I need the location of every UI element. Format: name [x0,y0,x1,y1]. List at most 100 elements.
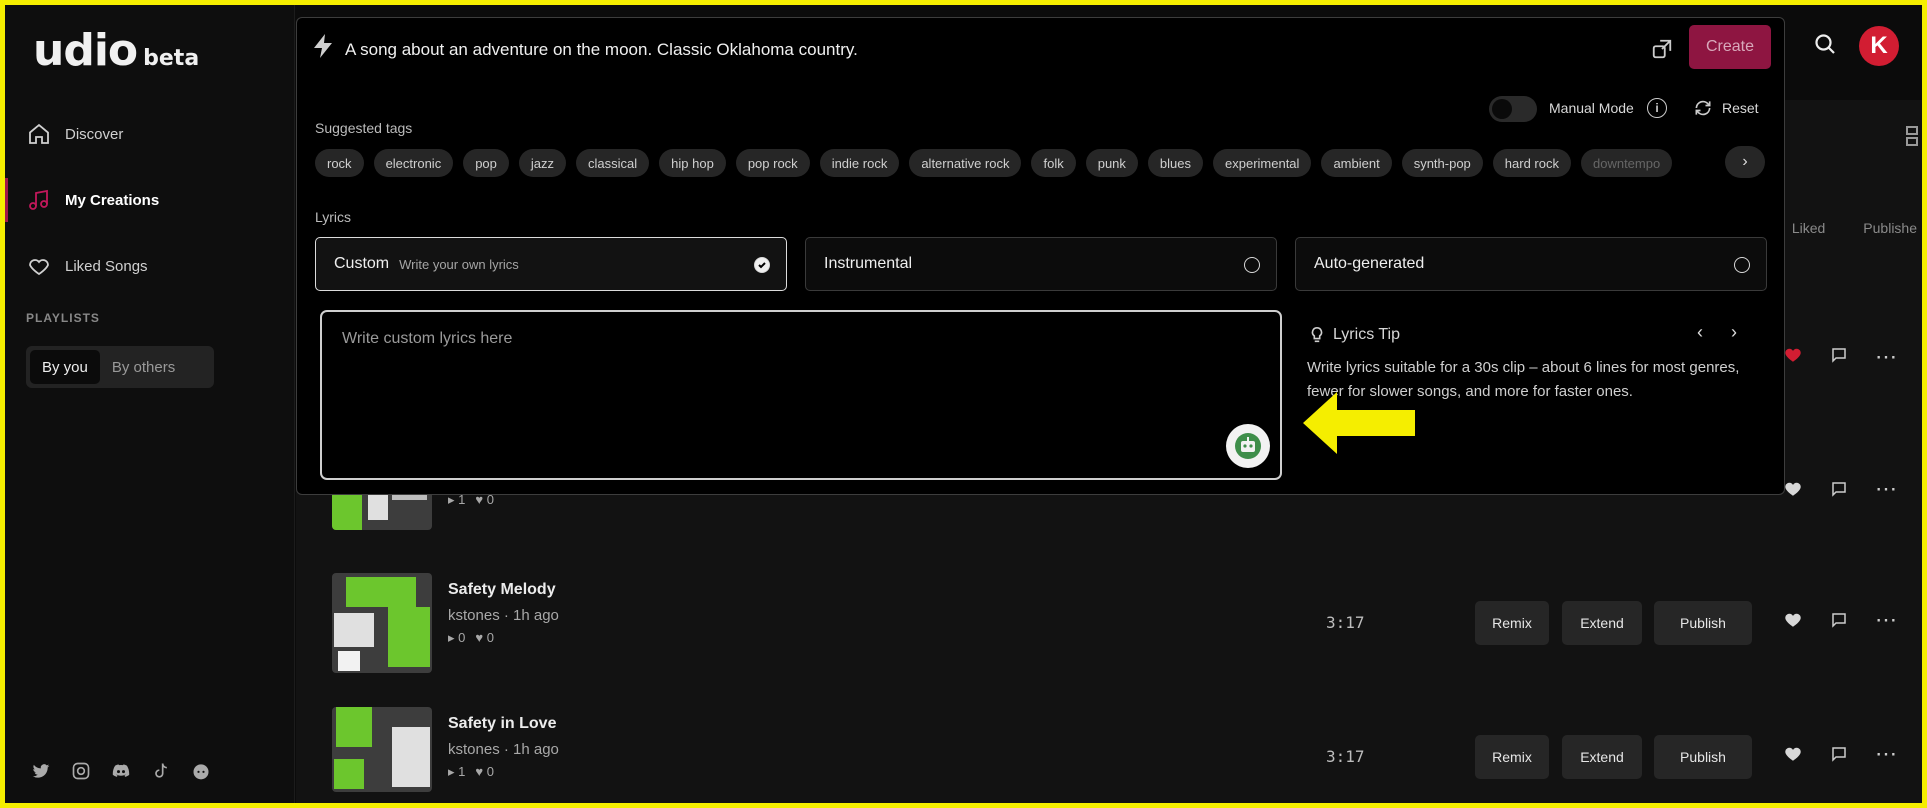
create-panel: A song about an adventure on the moon. C… [296,17,1785,495]
tag-chip[interactable]: jazz [518,149,567,177]
heart-icon[interactable] [1784,480,1802,503]
lyrics-option-name: Auto-generated [1314,255,1425,272]
comment-icon[interactable] [1830,745,1848,768]
tag-chip[interactable]: pop [463,149,509,177]
tag-chip[interactable]: pop rock [735,149,810,177]
nav-discover[interactable]: Discover [5,112,295,156]
nav-liked-songs[interactable]: Liked Songs [5,244,295,288]
reddit-icon[interactable] [189,759,213,783]
lightbulb-icon [1309,326,1325,349]
publish-button[interactable]: Publish [1654,601,1752,645]
tag-chip[interactable]: blues [1147,149,1203,177]
tag-chip[interactable]: rock [315,149,364,177]
lyrics-option-custom[interactable]: Custom Write your own lyrics [315,237,787,291]
tag-chip[interactable]: folk [1031,149,1076,177]
udio-logo[interactable]: udio beta [33,25,199,76]
more-icon[interactable]: ⋯ [1875,741,1897,767]
song-title[interactable]: Safety in Love [448,715,556,733]
comment-icon[interactable] [1830,611,1848,634]
radio-checked-icon [754,257,770,273]
more-icon[interactable]: ⋯ [1875,607,1897,633]
lyrics-placeholder: Write custom lyrics here [342,330,513,347]
suggested-tags-label: Suggested tags [315,120,413,136]
lyrics-textarea[interactable]: Write custom lyrics here [320,310,1282,480]
more-icon[interactable]: ⋯ [1875,344,1897,370]
nav-discover-label: Discover [65,125,124,143]
twitter-icon[interactable] [29,759,53,783]
manual-mode-label: Manual Mode [1549,100,1634,116]
song-duration: 3:17 [1326,747,1365,766]
reset-button[interactable]: Reset [1722,100,1759,116]
expand-icon[interactable] [1651,38,1673,65]
chevron-right-icon[interactable]: › [1731,322,1737,343]
comment-icon[interactable] [1830,346,1848,369]
logo-text: udio [33,25,138,76]
create-button[interactable]: Create [1689,25,1771,69]
song-artwork [332,707,432,792]
search-icon[interactable] [1813,32,1837,61]
tiktok-icon[interactable] [149,759,173,783]
tag-chip[interactable]: punk [1085,149,1138,177]
robot-icon [1235,433,1261,459]
reset-icon[interactable] [1693,98,1713,123]
playlist-filter: By you By others [26,346,214,388]
ai-assist-button[interactable] [1226,424,1270,468]
like-count: ♥ 0 [475,630,494,645]
info-icon[interactable]: i [1647,98,1667,118]
prompt-input[interactable]: A song about an adventure on the moon. C… [345,40,858,60]
filter-published[interactable]: Publishe [1863,220,1917,236]
tag-chip[interactable]: electronic [373,149,454,177]
song-artwork [332,573,432,673]
song-stats: ▸ 1 ♥ 0 [448,764,494,780]
song-meta: kstones · 1h ago [448,741,559,758]
tag-chip[interactable]: synth-pop [1401,149,1483,177]
song-row[interactable]: Safety in Love kstones · 1h ago ▸ 1 ♥ 0 … [330,707,1900,808]
avatar[interactable]: K [1859,26,1899,66]
publish-button[interactable]: Publish [1654,735,1752,779]
tag-chip[interactable]: alternative rock [909,149,1022,177]
radio-icon [1734,257,1750,273]
tab-by-you[interactable]: By you [30,350,100,384]
suggested-tags: rock electronic pop jazz classical hip h… [315,149,1705,177]
tag-chip[interactable]: ambient [1321,149,1392,177]
chevron-left-icon[interactable]: ‹ [1697,322,1703,343]
remix-button[interactable]: Remix [1475,735,1549,779]
lyrics-option-name: Instrumental [824,255,913,272]
sidebar: udio beta Discover My Creations Liked So… [5,5,295,803]
filter-liked[interactable]: Liked [1792,220,1825,236]
more-icon[interactable]: ⋯ [1875,476,1897,502]
extend-button[interactable]: Extend [1562,601,1642,645]
extend-button[interactable]: Extend [1562,735,1642,779]
lyrics-option-auto-generated[interactable]: Auto-generated [1295,237,1767,291]
heart-icon [29,259,49,276]
heart-filled-icon[interactable] [1784,346,1802,369]
manual-mode-toggle[interactable] [1489,96,1537,122]
grid-view-icon[interactable] [1905,125,1919,152]
tag-chip[interactable]: hip hop [659,149,726,177]
heart-icon[interactable] [1784,611,1802,634]
chevron-right-icon: › [1742,153,1748,170]
song-stats: ▸ 0 ♥ 0 [448,630,494,646]
home-icon [29,123,49,144]
song-row[interactable]: Safety Melody kstones · 1h ago ▸ 0 ♥ 0 3… [330,573,1900,679]
lyrics-label: Lyrics [315,209,352,225]
lyrics-option-instrumental[interactable]: Instrumental [805,237,1277,291]
tag-chip[interactable]: hard rock [1492,149,1571,177]
tag-chip[interactable]: indie rock [819,149,900,177]
tab-by-others[interactable]: By others [100,350,187,384]
tags-scroll-right-button[interactable]: › [1725,146,1765,178]
nav-my-creations[interactable]: My Creations [5,178,295,222]
song-title[interactable]: Safety Melody [448,581,556,599]
instagram-icon[interactable] [69,759,93,783]
list-filters: Liked Publishe [1792,220,1917,236]
comment-icon[interactable] [1830,480,1848,503]
header-actions: K [1813,26,1899,66]
discord-icon[interactable] [109,759,133,783]
play-count: ▸ 1 [448,764,466,779]
lightning-icon [311,33,335,64]
remix-button[interactable]: Remix [1475,601,1549,645]
tag-chip[interactable]: downtempo [1580,149,1673,177]
tag-chip[interactable]: experimental [1213,149,1312,177]
heart-icon[interactable] [1784,745,1802,768]
tag-chip[interactable]: classical [576,149,650,177]
